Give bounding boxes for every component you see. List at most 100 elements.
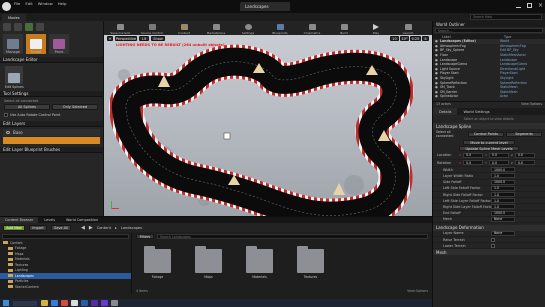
paint-mode-icon[interactable] bbox=[14, 23, 22, 31]
outliner-search-input[interactable]: Search... bbox=[435, 28, 543, 33]
outliner-row[interactable]: ● SplineActor Actor bbox=[433, 94, 545, 99]
tree-folder-item[interactable]: StarterContent bbox=[0, 284, 131, 290]
aftereffects-icon[interactable] bbox=[101, 300, 108, 306]
eye-icon[interactable] bbox=[6, 131, 10, 134]
scale-snap-value[interactable]: 0.25 bbox=[410, 36, 421, 41]
paint-tool-button[interactable]: Paint bbox=[49, 34, 69, 54]
blueprint-brushes-header[interactable]: Edit Layer Blueprint Brushes bbox=[0, 147, 103, 153]
content-button[interactable]: Content bbox=[168, 21, 200, 35]
folder-tile[interactable]: Maps bbox=[195, 246, 222, 279]
menu-edit[interactable]: Edit bbox=[25, 1, 32, 6]
menu-window[interactable]: Window bbox=[38, 1, 53, 6]
control-points-button[interactable]: Control Points bbox=[468, 131, 504, 137]
spline-property-input[interactable]: 1.0 bbox=[491, 204, 515, 210]
minimize-icon[interactable] bbox=[516, 6, 521, 8]
breadcrumb-landscapes[interactable]: Landscapes bbox=[121, 226, 142, 230]
folder-tile[interactable]: Foliage bbox=[144, 246, 171, 279]
tab-modes[interactable]: Modes bbox=[2, 14, 26, 21]
manage-tool-button[interactable]: Manage bbox=[3, 34, 23, 54]
move-to-level-button[interactable]: Move to current level bbox=[463, 140, 515, 145]
spline-property-input[interactable]: 1.0 bbox=[491, 185, 515, 191]
save-all-button[interactable]: Save All bbox=[51, 224, 71, 231]
windows-start-icon[interactable] bbox=[3, 300, 9, 306]
tree-search-input[interactable] bbox=[2, 234, 129, 239]
segments-button[interactable]: Segments bbox=[506, 131, 542, 137]
spline-property-input[interactable]: 1000.0 bbox=[491, 167, 515, 173]
chrome-icon[interactable] bbox=[61, 300, 68, 306]
save-current-button[interactable]: Save Current bbox=[104, 21, 136, 35]
settings-button[interactable]: Settings bbox=[232, 21, 264, 35]
photoshop-icon[interactable] bbox=[81, 300, 88, 306]
browser-icon[interactable] bbox=[51, 300, 58, 306]
foliage-mode-icon[interactable] bbox=[36, 23, 44, 31]
spline-property-input[interactable]: 1.0 bbox=[491, 192, 515, 198]
layer-name-dropdown[interactable]: None bbox=[491, 230, 515, 236]
level-viewport[interactable]: Save Current Source Control Content Mark… bbox=[104, 21, 432, 216]
close-icon[interactable]: × bbox=[538, 3, 543, 9]
update-spline-button[interactable]: Update Spline Mesh Levels bbox=[459, 146, 519, 151]
outliner-col-type[interactable]: Type bbox=[504, 35, 511, 39]
place-mode-icon[interactable] bbox=[3, 23, 11, 31]
tab-world-settings[interactable]: World Settings bbox=[457, 108, 495, 115]
play-button[interactable]: Play bbox=[360, 21, 392, 35]
add-new-button[interactable]: Add New bbox=[3, 224, 25, 231]
deformation-checkbox[interactable] bbox=[491, 237, 495, 242]
folder-tile[interactable]: Textures bbox=[297, 246, 324, 279]
location-x-input[interactable]: 0.0 bbox=[463, 152, 484, 158]
layer-row-base[interactable]: Base bbox=[3, 129, 100, 136]
tab-details[interactable]: Details bbox=[433, 108, 458, 115]
viewport-menu-button[interactable]: ▾ bbox=[107, 36, 113, 41]
outliner-view-options[interactable]: View Options bbox=[521, 102, 542, 106]
deformation-checkbox[interactable] bbox=[491, 243, 495, 248]
all-splines-button[interactable]: All Splines bbox=[4, 104, 50, 110]
premiere-icon[interactable] bbox=[91, 300, 98, 306]
rotation-x-input[interactable]: 0.0 bbox=[463, 160, 484, 166]
show-button[interactable]: Show bbox=[151, 36, 165, 41]
folder-tile[interactable]: Materials bbox=[246, 246, 273, 279]
spline-property-input[interactable]: 1000.0 bbox=[491, 210, 515, 216]
selected-control-point[interactable] bbox=[223, 132, 231, 140]
unreal-icon[interactable] bbox=[71, 300, 78, 306]
menu-help[interactable]: Help bbox=[58, 1, 67, 6]
ue-logo-icon[interactable] bbox=[2, 2, 11, 11]
perspective-button[interactable]: Perspective bbox=[115, 36, 137, 41]
filters-button[interactable]: Filters bbox=[136, 234, 154, 239]
rotation-snap-value[interactable]: 10° bbox=[400, 36, 409, 41]
explorer-icon[interactable] bbox=[41, 300, 48, 306]
asset-search-input[interactable]: Search Landscapes bbox=[157, 234, 428, 239]
spline-property-input[interactable]: None bbox=[491, 216, 515, 222]
back-arrow-icon[interactable]: ◀ bbox=[81, 225, 85, 231]
tab-content-browser[interactable]: Content Browser bbox=[0, 217, 39, 223]
content-view-options[interactable]: View Options bbox=[407, 289, 428, 293]
breadcrumb-content[interactable]: Content bbox=[97, 226, 111, 230]
camera-speed-value[interactable]: 4 bbox=[422, 36, 429, 41]
grid-snap-value[interactable]: 10 bbox=[390, 36, 399, 41]
landscape-mode-icon[interactable] bbox=[25, 23, 33, 31]
spline-property-input[interactable]: 1000.0 bbox=[491, 179, 515, 185]
launch-button[interactable]: Launch bbox=[392, 21, 424, 35]
outliner-col-label[interactable]: Label bbox=[442, 35, 504, 39]
location-z-input[interactable]: 0.0 bbox=[514, 152, 535, 158]
rotation-y-input[interactable]: 0.0 bbox=[488, 160, 509, 166]
lit-button[interactable]: Lit bbox=[139, 36, 149, 41]
import-button[interactable]: Import bbox=[29, 224, 47, 231]
only-selected-button[interactable]: Only Selected bbox=[52, 104, 98, 110]
build-button[interactable]: Build bbox=[328, 21, 360, 35]
auto-rotate-checkbox[interactable] bbox=[4, 113, 8, 117]
rotation-z-input[interactable]: 0.0 bbox=[514, 160, 535, 166]
level-tab[interactable]: Landscapes bbox=[240, 2, 290, 11]
cinematics-button[interactable]: Cinematics bbox=[296, 21, 328, 35]
tab-world-composition[interactable]: World Composition bbox=[61, 217, 103, 223]
edit-splines-button[interactable] bbox=[5, 66, 23, 84]
marketplace-button[interactable]: Marketplace bbox=[200, 21, 232, 35]
spline-property-input[interactable]: 1.0 bbox=[491, 198, 515, 204]
source-control-button[interactable]: Source Control bbox=[136, 21, 168, 35]
mesh-header[interactable]: Mesh bbox=[433, 249, 545, 256]
sculpt-tool-button[interactable]: Sculpt bbox=[26, 34, 46, 54]
blueprints-button[interactable]: Blueprints bbox=[264, 21, 296, 35]
forward-arrow-icon[interactable]: ▶ bbox=[89, 225, 93, 231]
menu-file[interactable]: File bbox=[14, 1, 20, 6]
help-search-input[interactable]: Search Help bbox=[470, 14, 542, 20]
location-y-input[interactable]: 0.0 bbox=[488, 152, 509, 158]
app-icon[interactable] bbox=[111, 300, 118, 306]
